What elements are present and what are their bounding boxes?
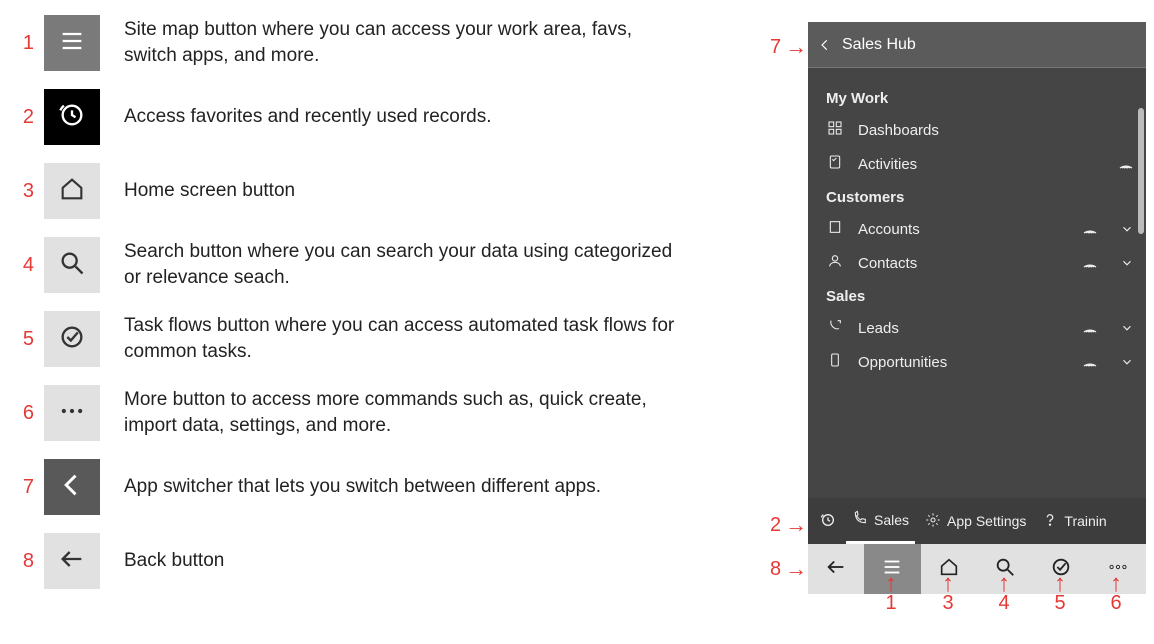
scrollbar-thumb[interactable] — [1138, 108, 1144, 234]
hamburger-icon — [58, 27, 86, 60]
nav-item-label: Leads — [858, 320, 1068, 337]
lead-icon — [827, 318, 843, 338]
legend-tile-chev-left[interactable] — [44, 459, 100, 515]
nav-item-opportunities[interactable]: Opportunities — [808, 345, 1146, 379]
expand-icon[interactable] — [1120, 256, 1134, 270]
legend-tile-arrow-left[interactable] — [44, 533, 100, 589]
legend-number: 6 — [6, 402, 34, 425]
area-recent[interactable] — [814, 512, 842, 531]
offline-available-icon — [1082, 320, 1098, 336]
mobile-sitemap-panel: Sales Hub My Work Dashboards Activities Cus… — [808, 22, 1146, 594]
nav-item-activities[interactable]: Activities — [808, 147, 1146, 181]
legend-desc: Home screen button — [124, 178, 295, 204]
dots-icon — [58, 397, 86, 430]
legend-desc: Back button — [124, 548, 224, 574]
legend-number: 2 — [6, 106, 34, 129]
taskflow-icon — [58, 323, 86, 356]
expand-icon[interactable] — [1120, 222, 1134, 236]
sales-call-icon — [852, 510, 868, 529]
callout-number: 2 — [770, 514, 781, 537]
callout-number: 8 — [770, 558, 781, 581]
arrow-left-icon — [825, 556, 847, 582]
area-sales[interactable]: Sales — [846, 498, 915, 544]
area-app-settings[interactable]: App Settings — [919, 512, 1032, 531]
arrow-up-icon: ↑ — [1054, 576, 1066, 592]
callout-number: 1 — [885, 592, 897, 615]
offline-available-icon — [1082, 354, 1098, 370]
section-header: My Work — [808, 82, 1146, 113]
chevron-left-icon — [818, 38, 832, 52]
nav-item-label: Contacts — [858, 255, 1068, 272]
activity-icon — [827, 154, 843, 174]
callout-number: 5 — [1054, 592, 1066, 615]
callout-number: 4 — [998, 592, 1010, 615]
app-title: Sales Hub — [842, 36, 916, 54]
home-icon — [58, 175, 86, 208]
nav-item-label: Accounts — [858, 221, 1068, 238]
legend-tile-hamburger[interactable] — [44, 15, 100, 71]
offline-available-icon — [1082, 255, 1098, 271]
arrow-up-icon: ↑ — [885, 576, 897, 592]
dashboard-icon — [827, 120, 843, 140]
legend-number: 1 — [6, 32, 34, 55]
area-bar: Sales App Settings Trainin — [808, 498, 1146, 544]
nav-item-accounts[interactable]: Accounts — [808, 212, 1146, 246]
legend-number: 8 — [6, 550, 34, 573]
legend-number: 4 — [6, 254, 34, 277]
arrow-up-icon: ↑ — [1110, 576, 1122, 592]
recent-icon — [820, 512, 836, 531]
nav-item-dashboards[interactable]: Dashboards — [808, 113, 1146, 147]
nav-item-label: Opportunities — [858, 354, 1068, 371]
nav-item-label: Activities — [858, 156, 1104, 173]
expand-icon[interactable] — [1120, 321, 1134, 335]
area-label: App Settings — [947, 513, 1026, 529]
gear-icon — [925, 512, 941, 531]
search-icon — [58, 249, 86, 282]
legend-number: 7 — [6, 476, 34, 499]
legend-desc: More button to access more commands such… — [124, 387, 684, 438]
legend-desc: Task flows button where you can access a… — [124, 313, 684, 364]
area-label: Sales — [874, 512, 909, 528]
legend-tile-dots[interactable] — [44, 385, 100, 441]
recent-icon — [58, 101, 86, 134]
callout-number: 3 — [942, 592, 954, 615]
contact-icon — [827, 253, 843, 273]
arrow-left-icon — [58, 545, 86, 578]
arrow-up-icon: ↑ — [998, 576, 1010, 592]
callout-number: 7 — [770, 36, 781, 59]
expand-icon[interactable] — [1120, 355, 1134, 369]
opp-icon — [827, 352, 843, 372]
legend-number: 5 — [6, 328, 34, 351]
chev-left-icon — [58, 471, 86, 504]
offline-available-icon — [1118, 156, 1134, 172]
app-switcher-header[interactable]: Sales Hub — [808, 22, 1146, 68]
legend-number: 3 — [6, 180, 34, 203]
account-icon — [827, 219, 843, 239]
section-header: Sales — [808, 280, 1146, 311]
nav-item-label: Dashboards — [858, 122, 1134, 139]
nav-item-leads[interactable]: Leads — [808, 311, 1146, 345]
legend-tile-search[interactable] — [44, 237, 100, 293]
area-trainin[interactable]: Trainin — [1036, 512, 1112, 531]
legend-desc: Site map button where you can access you… — [124, 17, 684, 68]
callout-number: 6 — [1110, 592, 1122, 615]
legend-desc: Search button where you can search your … — [124, 239, 684, 290]
legend-tile-home[interactable] — [44, 163, 100, 219]
legend-desc: App switcher that lets you switch betwee… — [124, 474, 601, 500]
nav-item-contacts[interactable]: Contacts — [808, 246, 1146, 280]
legend-tile-recent[interactable] — [44, 89, 100, 145]
area-label: Trainin — [1064, 513, 1106, 529]
legend-tile-taskflow[interactable] — [44, 311, 100, 367]
offline-available-icon — [1082, 221, 1098, 237]
legend-desc: Access favorites and recently used recor… — [124, 104, 492, 130]
section-header: Customers — [808, 181, 1146, 212]
help-icon — [1042, 512, 1058, 531]
arrow-up-icon: ↑ — [942, 576, 954, 592]
